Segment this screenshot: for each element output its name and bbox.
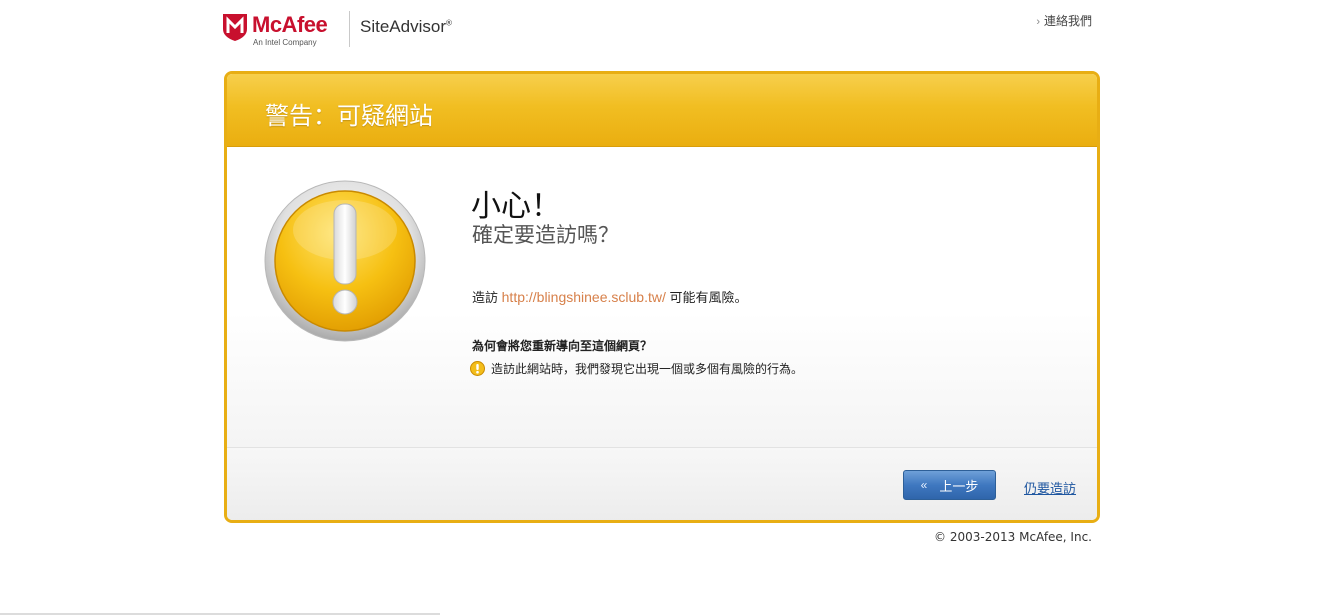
panel-header: 警告：可疑網站 (227, 74, 1097, 147)
visit-warning-text: 造訪 http://blingshinee.sclub.tw/ 可能有風險。 (472, 287, 748, 306)
reason-text: 造訪此網站時，我們發現它出現一個或多個有風險的行為。 (491, 362, 804, 376)
contact-us-link[interactable]: › 連絡我們 (1036, 12, 1092, 29)
visit-prefix: 造訪 (472, 290, 499, 305)
confirm-subheading: 確定要造訪嗎？ (472, 223, 619, 247)
header-divider (349, 11, 350, 47)
warning-panel: 警告：可疑網站 小心！ 確定要造訪嗎？ 造訪 http://blingshine… (224, 71, 1100, 523)
exclamation-warning-small-icon (470, 361, 485, 376)
panel-footer: « 上一步 仍要造訪 (227, 447, 1097, 520)
double-chevron-left-icon: « (920, 478, 928, 492)
site-header: McAfee An Intel Company SiteAdvisor® › 連絡… (222, 10, 1092, 50)
visit-anyway-link[interactable]: 仍要造訪 (1024, 478, 1076, 497)
back-button-label: 上一步 (939, 478, 979, 494)
exclamation-warning-icon (264, 180, 426, 342)
brand-name: McAfee (252, 12, 328, 37)
chevron-right-icon: › (1036, 16, 1040, 28)
brand-subtitle: An Intel Company (253, 38, 317, 47)
visit-suffix: 可能有風險。 (669, 290, 748, 305)
panel-body: 小心！ 確定要造訪嗎？ 造訪 http://blingshinee.sclub.… (227, 147, 1097, 447)
back-button[interactable]: « 上一步 (903, 470, 996, 500)
page-title: 警告：可疑網站 (265, 102, 433, 130)
site-url: http://blingshinee.sclub.tw/ (501, 289, 666, 305)
why-heading: 為何會將您重新導向至這個網頁？ (472, 339, 653, 353)
product-name: SiteAdvisor® (360, 17, 452, 36)
reason-item: 造訪此網站時，我們發現它出現一個或多個有風險的行為。 (470, 360, 803, 377)
copyright: © 2003-2013 McAfee, Inc. (934, 530, 1092, 544)
mcafee-shield-icon (223, 14, 247, 41)
